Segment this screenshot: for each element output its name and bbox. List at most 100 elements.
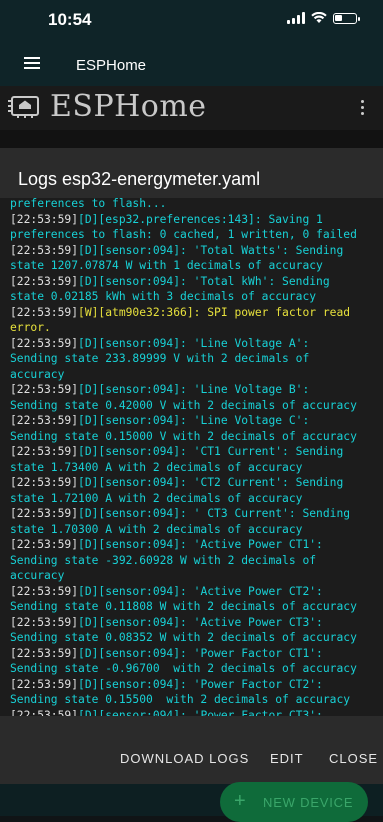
log-line: preferences to flash... <box>10 198 378 212</box>
log-line: Sending state 0.15000 V with 2 decimals … <box>10 429 378 445</box>
log-message: Sending state -392.60928 W with 2 decima… <box>10 553 317 567</box>
log-message: Sending state 233.89999 V with 2 decimal… <box>10 352 310 365</box>
log-timestamp: [22:53:59] <box>10 305 79 319</box>
log-timestamp: [22:53:59] <box>10 445 79 458</box>
log-message: Sending state 0.11808 W with 2 decimals … <box>10 600 357 613</box>
edit-button[interactable]: EDIT <box>270 751 304 766</box>
new-device-label: NEW DEVICE <box>263 795 354 810</box>
log-message: [D][sensor:094]: 'Total kWh': Sending <box>78 274 330 288</box>
log-line: Sending state 233.89999 V with 2 decimal… <box>10 351 378 367</box>
log-line: [22:53:59][D][sensor:094]: 'Line Voltage… <box>10 336 378 352</box>
log-timestamp: [22:53:59] <box>10 243 79 257</box>
log-line: [22:53:59][D][sensor:094]: 'Power Factor… <box>10 677 378 693</box>
log-line: [22:53:59][D][sensor:094]: ' CT3 Current… <box>10 506 378 522</box>
plus-icon: + <box>234 790 247 812</box>
log-timestamp: [22:53:59] <box>10 336 79 350</box>
log-message: [D][sensor:094]: 'Power Factor CT2': <box>78 677 323 691</box>
log-line: state 1.70300 A with 2 decimals of accur… <box>10 522 378 538</box>
log-message: [D][sensor:094]: 'Power Factor CT3': <box>78 708 323 717</box>
close-button[interactable]: CLOSE <box>329 751 378 766</box>
log-timestamp: [22:53:59] <box>10 212 79 226</box>
log-message: [D][sensor:094]: 'Active Power CT2': <box>78 584 323 598</box>
log-message: state 1.73400 A with 2 decimals of accur… <box>10 460 303 474</box>
log-line: [22:53:59][D][sensor:094]: 'Line Voltage… <box>10 382 378 398</box>
log-line: [22:53:59][D][sensor:094]: 'CT1 Current'… <box>10 444 378 460</box>
log-line: state 0.02185 kWh with 3 decimals of acc… <box>10 289 378 305</box>
log-timestamp: [22:53:59] <box>10 476 79 489</box>
status-icons <box>287 12 360 24</box>
log-line: [22:53:59][D][sensor:094]: 'Active Power… <box>10 584 378 600</box>
hamburger-menu-icon[interactable] <box>24 57 40 71</box>
log-line: [22:53:59][D][sensor:094]: 'Power Factor… <box>10 708 378 717</box>
log-timestamp: [22:53:59] <box>10 708 79 717</box>
log-message: [D][sensor:094]: 'Line Voltage B': <box>78 383 310 396</box>
log-message: state 1.70300 A with 2 decimals of accur… <box>10 522 303 536</box>
status-time: 10:54 <box>48 10 92 29</box>
log-line: state 1.73400 A with 2 decimals of accur… <box>10 460 378 476</box>
log-message: preferences to flash... <box>10 198 167 210</box>
log-message: accuracy <box>10 367 65 381</box>
log-line: state 1207.07874 W with 1 decimals of ac… <box>10 258 378 274</box>
log-timestamp: [22:53:59] <box>10 414 79 427</box>
log-message: Sending state 0.42000 V with 2 decimals … <box>10 398 357 412</box>
log-message: [D][sensor:094]: ' CT3 Current': Sending <box>78 507 351 520</box>
log-line: [22:53:59][D][sensor:094]: 'CT2 Current'… <box>10 475 378 491</box>
log-line: accuracy <box>10 367 378 383</box>
log-line: accuracy <box>10 568 378 584</box>
log-line: Sending state 0.42000 V with 2 decimals … <box>10 398 378 414</box>
app-header: ESPHome <box>0 44 383 86</box>
log-line: error. <box>10 320 378 336</box>
log-message: [D][sensor:094]: 'CT2 Current': Sending <box>78 476 344 489</box>
log-message: Sending state 0.15500 with 2 decimals of… <box>10 693 351 706</box>
log-timestamp: [22:53:59] <box>10 507 79 520</box>
log-message: state 1.72100 A with 2 decimals of accur… <box>10 491 303 505</box>
log-message: [D][sensor:094]: 'Line Voltage C': <box>78 414 310 427</box>
log-message: [D][sensor:094]: 'Line Voltage A': <box>78 336 310 350</box>
log-line: state 1.72100 A with 2 decimals of accur… <box>10 491 378 507</box>
log-line: [22:53:59][W][atm90e32:366]: SPI power f… <box>10 305 378 321</box>
new-device-button[interactable]: + NEW DEVICE <box>220 782 368 822</box>
log-timestamp: [22:53:59] <box>10 677 79 691</box>
log-message: Sending state 0.08352 W with 2 decimals … <box>10 631 357 644</box>
log-line: preferences to flash: 0 cached, 1 writte… <box>10 227 378 243</box>
log-timestamp: [22:53:59] <box>10 584 79 598</box>
log-message: preferences to flash: 0 cached, 1 writte… <box>10 228 357 241</box>
dialog-title: Logs esp32-energymeter.yaml <box>18 169 261 189</box>
log-line: [22:53:59][D][sensor:094]: 'Line Voltage… <box>10 413 378 429</box>
wifi-icon <box>311 12 327 23</box>
app-title: ESPHome <box>76 57 147 74</box>
log-timestamp: [22:53:59] <box>10 274 79 288</box>
log-line: [22:53:59][D][sensor:094]: 'Active Power… <box>10 615 378 631</box>
log-line: Sending state 0.08352 W with 2 decimals … <box>10 630 378 646</box>
logs-dialog: Logs esp32-energymeter.yaml preferences … <box>0 148 383 784</box>
log-message: [D][sensor:094]: 'Active Power CT3': <box>78 615 323 629</box>
log-timestamp: [22:53:59] <box>10 383 79 396</box>
log-message: error. <box>10 321 51 334</box>
esphome-logo-icon <box>8 96 39 118</box>
log-timestamp: [22:53:59] <box>10 646 79 660</box>
log-line: Sending state 0.11808 W with 2 decimals … <box>10 599 378 615</box>
log-message: [D][sensor:094]: 'CT1 Current': Sending <box>78 445 344 458</box>
log-message: state 1207.07874 W with 1 decimals of ac… <box>10 259 323 272</box>
log-output[interactable]: preferences to flash... [22:53:59][D][esp… <box>0 198 383 716</box>
log-message: state 0.02185 kWh with 3 decimals of acc… <box>10 290 317 303</box>
log-timestamp: [22:53:59] <box>10 538 79 551</box>
log-line: [22:53:59][D][sensor:094]: 'Power Factor… <box>10 646 378 662</box>
log-timestamp: [22:53:59] <box>10 615 79 629</box>
log-message: [D][sensor:094]: 'Total Watts': Sending <box>78 243 344 257</box>
log-line: [22:53:59][D][sensor:094]: 'Total Watts'… <box>10 243 378 259</box>
download-logs-button[interactable]: DOWNLOAD LOGS <box>120 751 249 766</box>
scrim <box>0 130 383 148</box>
log-message: Sending state 0.15000 V with 2 decimals … <box>10 429 357 443</box>
more-options-icon[interactable] <box>361 100 365 118</box>
log-message: [D][sensor:094]: 'Active Power CT1': <box>78 538 323 551</box>
logo-text: ESPHome <box>50 89 207 124</box>
log-message: [D][sensor:094]: 'Power Factor CT1': <box>78 646 323 660</box>
log-message: [D][esp32.preferences:143]: Saving 1 <box>78 212 323 226</box>
log-line: Sending state -392.60928 W with 2 decima… <box>10 553 378 569</box>
log-message: Sending state -0.96700 with 2 decimals o… <box>10 662 357 675</box>
log-line: Sending state 0.15500 with 2 decimals of… <box>10 692 378 708</box>
log-lines: preferences to flash... [22:53:59][D][esp… <box>10 198 378 716</box>
logo-bar: ESPHome <box>0 86 383 130</box>
log-message: accuracy <box>10 569 65 582</box>
